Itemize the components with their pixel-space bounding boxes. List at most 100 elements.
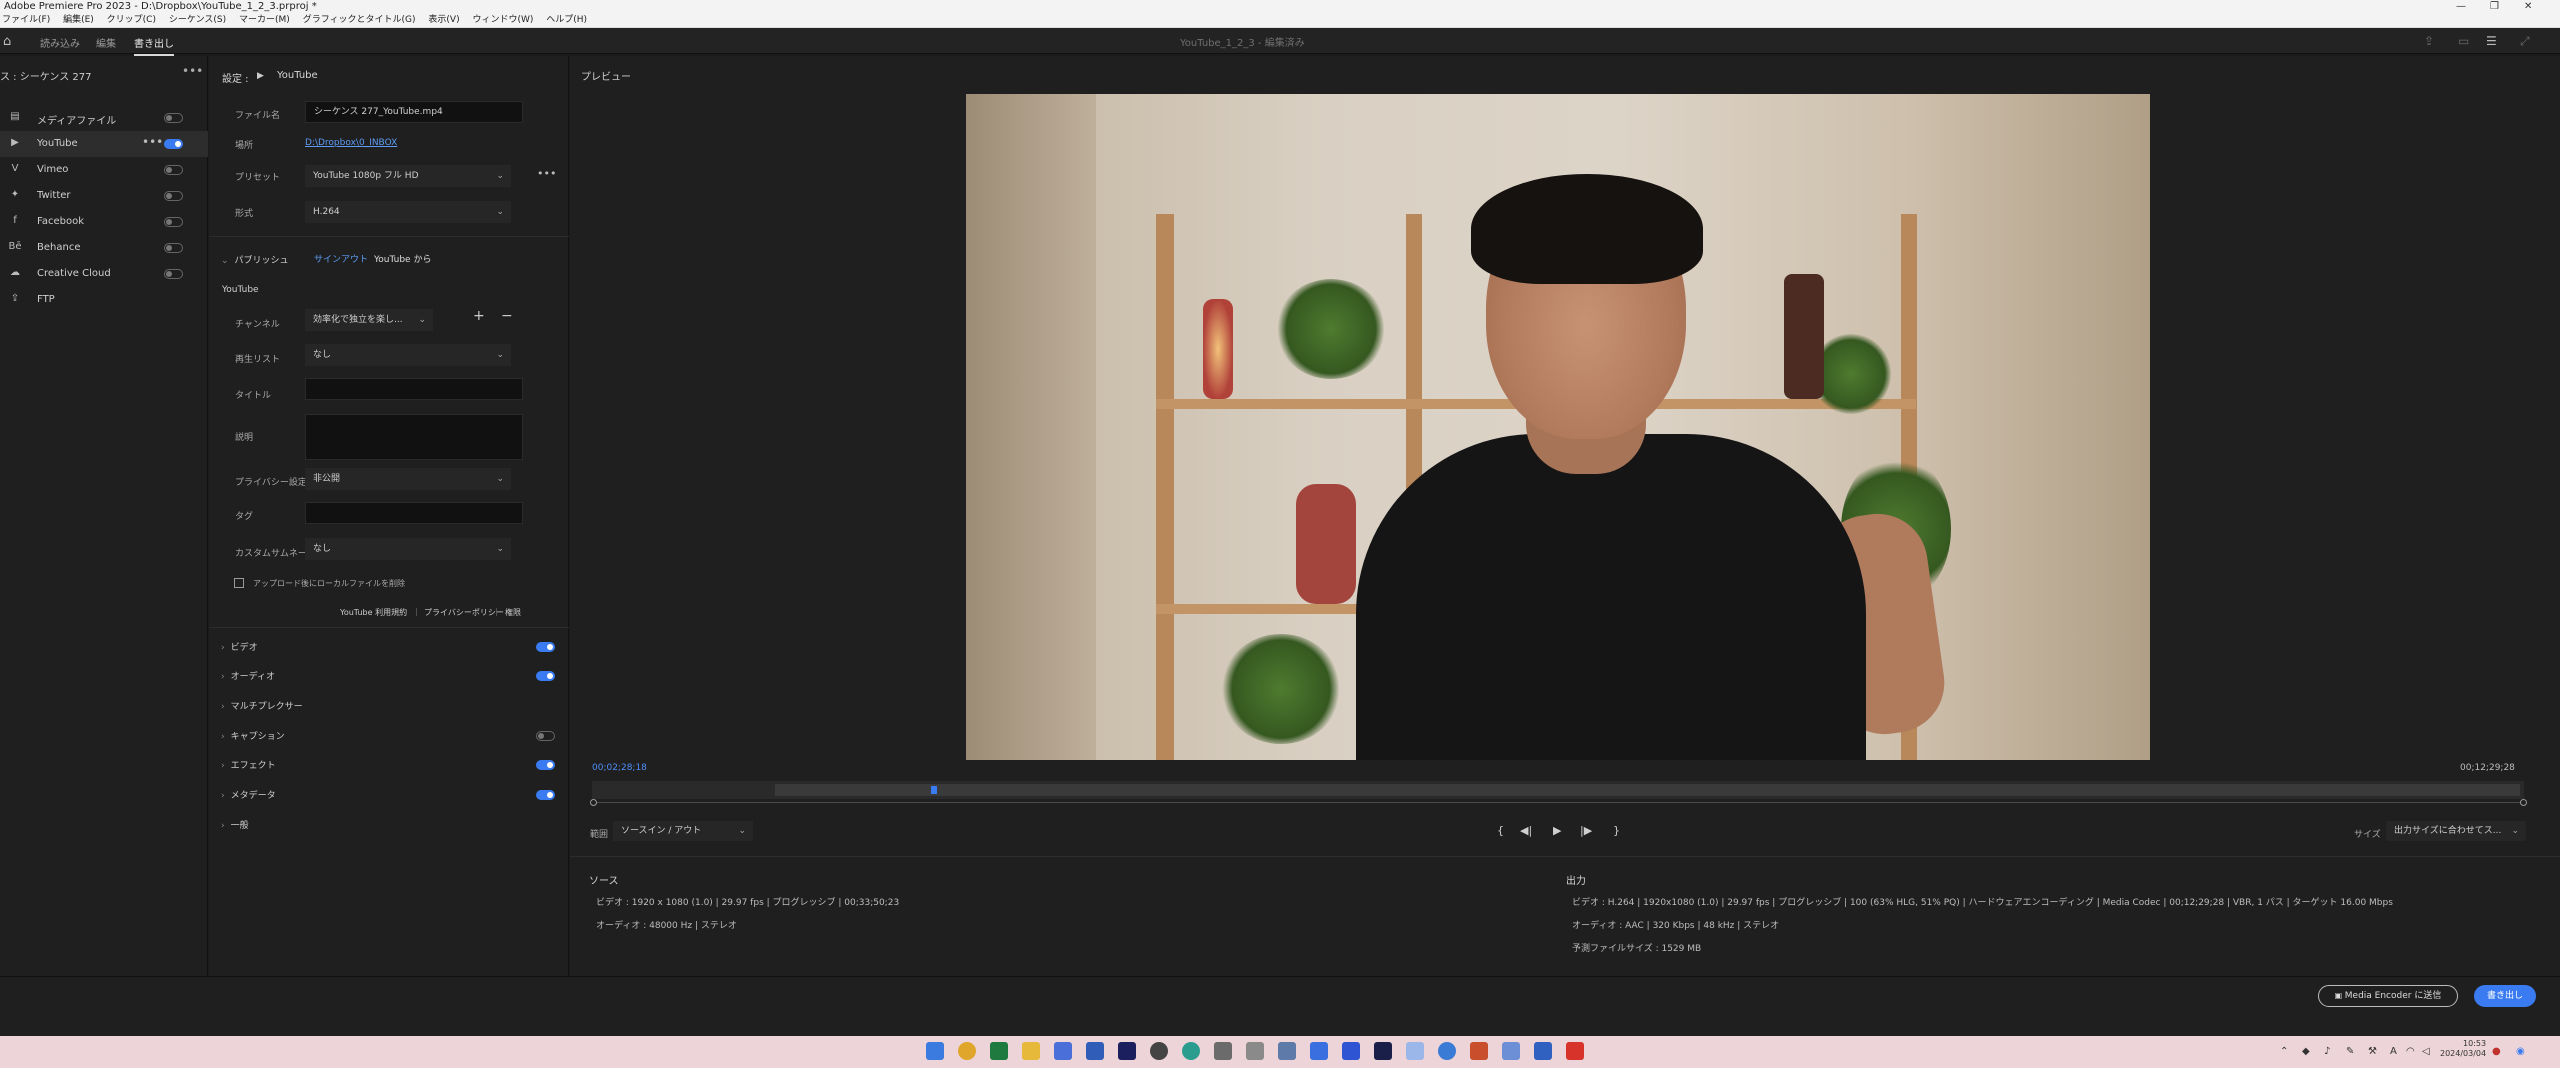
step-forward-icon[interactable]: |▶ xyxy=(1580,824,1592,837)
acrobat-icon[interactable] xyxy=(1566,1042,1584,1060)
menu-window[interactable]: ウィンドウ(W) xyxy=(472,15,533,25)
current-timecode[interactable]: 00;02;28;18 xyxy=(592,763,647,773)
quick-export-icon[interactable]: ⇪ xyxy=(2424,34,2434,48)
playlist-dropdown[interactable]: なし ⌄ xyxy=(305,344,511,366)
dest-ftp[interactable]: ⇪ FTP xyxy=(0,287,208,313)
tray-clock[interactable]: 10:53 2024/03/04 xyxy=(2440,1039,2486,1059)
explorer-icon[interactable] xyxy=(1022,1042,1040,1060)
range-dropdown[interactable]: ソースイン / アウト ⌄ xyxy=(613,821,753,841)
section-multiplexer[interactable]: › マルチプレクサー xyxy=(221,699,303,712)
dest-facebook[interactable]: f Facebook xyxy=(0,209,208,235)
tab-edit[interactable]: 編集 xyxy=(96,35,116,50)
remove-channel-icon[interactable]: − xyxy=(501,308,513,324)
mark-out-icon[interactable]: } xyxy=(1613,824,1620,837)
format-dropdown[interactable]: H.264 ⌄ xyxy=(305,201,511,223)
volume-icon[interactable]: ◁ xyxy=(2422,1046,2430,1057)
app-icon[interactable] xyxy=(1502,1042,1520,1060)
mark-in-icon[interactable]: { xyxy=(1497,824,1504,837)
maximize-icon[interactable]: ❐ xyxy=(2490,0,2499,13)
menu-marker[interactable]: マーカー(M) xyxy=(239,15,290,25)
dest-toggle[interactable] xyxy=(164,269,183,279)
in-point-handle[interactable] xyxy=(590,799,597,806)
media-encoder-app-icon[interactable] xyxy=(1374,1042,1392,1060)
permissions-link[interactable]: 権限 xyxy=(505,607,521,618)
dest-toggle[interactable] xyxy=(164,217,183,227)
excel-icon[interactable] xyxy=(990,1042,1008,1060)
out-point-handle[interactable] xyxy=(2520,799,2527,806)
more-options-icon[interactable]: ••• xyxy=(182,64,203,78)
premiere-icon[interactable] xyxy=(1118,1042,1136,1060)
add-channel-icon[interactable]: + xyxy=(473,308,485,324)
dest-twitter[interactable]: ✦ Twitter xyxy=(0,183,208,209)
section-captions-toggle[interactable] xyxy=(536,731,555,741)
privacy-policy-link[interactable]: プライバシーポリシー xyxy=(424,607,504,618)
location-link[interactable]: D:\Dropbox\0_INBOX xyxy=(305,138,397,148)
section-metadata[interactable]: › メタデータ xyxy=(221,788,276,801)
dropbox-tray-icon[interactable]: ◆ xyxy=(2302,1046,2310,1057)
section-effects[interactable]: › エフェクト xyxy=(221,758,276,771)
preview-video-frame[interactable] xyxy=(966,94,2150,760)
dest-behance[interactable]: Bē Behance xyxy=(0,235,208,261)
menu-clip[interactable]: クリップ(C) xyxy=(107,15,156,25)
app-icon[interactable] xyxy=(1214,1042,1232,1060)
menu-view[interactable]: 表示(V) xyxy=(428,15,459,25)
export-button[interactable]: 書き出し xyxy=(2474,985,2536,1007)
menu-edit[interactable]: 編集(E) xyxy=(63,15,94,25)
fullscreen-icon[interactable]: ⤢ xyxy=(2520,34,2530,49)
channel-dropdown[interactable]: 効率化で独立を楽し... ⌄ xyxy=(305,309,433,331)
dest-toggle[interactable] xyxy=(164,139,183,149)
tray-overflow-icon[interactable]: ⌃ xyxy=(2280,1046,2288,1057)
menu-help[interactable]: ヘルプ(H) xyxy=(546,15,587,25)
section-audio-toggle[interactable] xyxy=(536,671,555,681)
section-captions[interactable]: › キャプション xyxy=(221,729,285,742)
ime-icon[interactable]: A xyxy=(2390,1046,2397,1057)
playhead[interactable] xyxy=(931,786,937,794)
tool-icon[interactable]: ⚒ xyxy=(2368,1046,2377,1057)
chrome-icon[interactable] xyxy=(958,1042,976,1060)
delete-local-checkbox[interactable] xyxy=(234,578,244,588)
word-icon[interactable] xyxy=(1086,1042,1104,1060)
app-icon[interactable] xyxy=(1438,1042,1456,1060)
size-dropdown[interactable]: 出力サイズに合わせてス... ⌄ xyxy=(2386,821,2526,841)
description-input[interactable] xyxy=(305,414,523,460)
app-icon[interactable] xyxy=(1054,1042,1072,1060)
dest-more-icon[interactable]: ••• xyxy=(142,135,163,149)
section-video-toggle[interactable] xyxy=(536,642,555,652)
thumbnail-dropdown[interactable]: なし ⌄ xyxy=(305,538,511,560)
section-metadata-toggle[interactable] xyxy=(536,790,555,800)
dest-toggle[interactable] xyxy=(164,165,183,175)
preset-more-icon[interactable]: ••• xyxy=(537,167,556,180)
dest-media-file[interactable]: ▤ メディアファイル xyxy=(0,105,208,131)
step-back-icon[interactable]: ◀| xyxy=(1520,824,1532,837)
dest-toggle[interactable] xyxy=(164,243,183,253)
dest-vimeo[interactable]: V Vimeo xyxy=(0,157,208,183)
edge-icon[interactable] xyxy=(1182,1042,1200,1060)
title-input[interactable] xyxy=(305,378,523,400)
home-icon[interactable]: ⌂ xyxy=(3,34,17,49)
wifi-icon[interactable]: ◠ xyxy=(2406,1046,2415,1057)
notification-icon[interactable]: ● xyxy=(2492,1046,2501,1057)
start-icon[interactable] xyxy=(926,1042,944,1060)
tab-import[interactable]: 読み込み xyxy=(40,35,80,50)
settings-icon[interactable] xyxy=(1246,1042,1264,1060)
dropbox-icon[interactable] xyxy=(1342,1042,1360,1060)
filename-input[interactable]: シーケンス 277_YouTube.mp4 xyxy=(305,101,523,123)
dest-toggle[interactable] xyxy=(164,191,183,201)
close-icon[interactable]: ✕ xyxy=(2524,0,2532,13)
section-effects-toggle[interactable] xyxy=(536,760,555,770)
section-video[interactable]: › ビデオ xyxy=(221,640,258,653)
minimize-icon[interactable]: — xyxy=(2456,0,2466,13)
mic-icon[interactable]: ♪ xyxy=(2324,1046,2330,1057)
dest-creative-cloud[interactable]: ☁ Creative Cloud xyxy=(0,261,208,287)
terms-link[interactable]: YouTube 利用規約 xyxy=(340,607,407,618)
app-icon[interactable] xyxy=(1278,1042,1296,1060)
timeline-inout-range[interactable] xyxy=(775,784,2520,796)
play-icon[interactable]: ▶ xyxy=(1553,824,1561,837)
obs-icon[interactable] xyxy=(1150,1042,1168,1060)
app-icon[interactable] xyxy=(1406,1042,1424,1060)
dest-youtube[interactable]: ▶ YouTube ••• xyxy=(0,131,208,157)
menu-file[interactable]: ファイル(F) xyxy=(2,15,50,25)
menu-graphics[interactable]: グラフィックとタイトル(G) xyxy=(303,15,416,25)
copilot-icon[interactable]: ◉ xyxy=(2516,1046,2525,1057)
powerpoint-icon[interactable] xyxy=(1470,1042,1488,1060)
